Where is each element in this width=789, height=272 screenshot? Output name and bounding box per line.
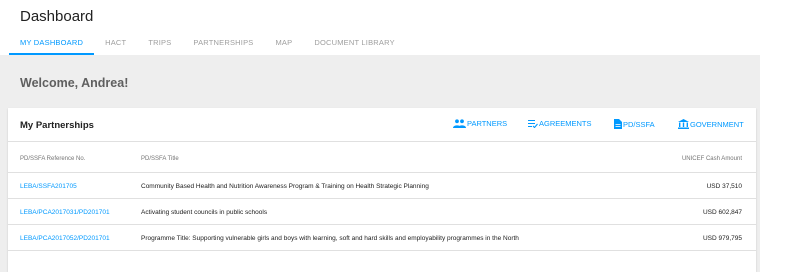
partners-label: PARTNERS [467, 119, 508, 128]
row-amount: USD 602,847 [702, 209, 742, 216]
government-button[interactable]: GOVERNMENT [678, 119, 744, 129]
row-amount: USD 37,510 [706, 183, 742, 190]
tab-document-library[interactable]: DOCUMENT LIBRARY [303, 38, 405, 55]
row-title: Activating student councils in public sc… [141, 209, 268, 216]
dashboard-content: Welcome, Andrea! My Partnerships PARTNER… [0, 55, 760, 272]
row-reference-link[interactable]: LEBA/PCA2017031/PD201701 [20, 209, 110, 216]
row-reference-link[interactable]: LEBA/SSFA201705 [20, 183, 77, 190]
pd-ssfa-label: PD/SSFA [623, 119, 655, 129]
tab-my-dashboard[interactable]: MY DASHBOARD [9, 38, 95, 55]
tab-hact[interactable]: HACT [94, 38, 137, 55]
table-row: LEBA/SSFA201705 Community Based Health a… [8, 174, 756, 199]
table-row: LEBA/PCA2017052/PD201701 Programme Title… [8, 226, 756, 251]
app-header: Dashboard MY DASHBOARD HACT TRIPS PARTNE… [0, 0, 789, 55]
tab-bar: MY DASHBOARD HACT TRIPS PARTNERSHIPS MAP… [9, 38, 406, 55]
pd-ssfa-button[interactable]: PD/SSFA [614, 119, 655, 129]
card-header: My Partnerships PARTNERS AGREEMENTS PD/S… [8, 108, 756, 142]
partners-button[interactable]: PARTNERS [453, 119, 507, 128]
card-title: My Partnerships [20, 120, 94, 131]
tab-partnerships[interactable]: PARTNERSHIPS [182, 38, 264, 55]
page-title: Dashboard [20, 8, 94, 25]
agreements-button[interactable]: AGREEMENTS [528, 119, 592, 128]
table-row: LEBA/PCA2017031/PD201701 Activating stud… [8, 200, 756, 225]
table-header: PD/SSFA Reference No. PD/SSFA Title UNIC… [8, 143, 756, 173]
row-title: Programme Title: Supporting vulnerable g… [141, 235, 519, 242]
people-icon [453, 119, 466, 128]
column-header-amount[interactable]: UNICEF Cash Amount [682, 156, 742, 162]
document-icon [614, 119, 622, 129]
welcome-message: Welcome, Andrea! [20, 76, 129, 90]
government-label: GOVERNMENT [690, 119, 744, 129]
row-amount: USD 979,795 [702, 235, 742, 242]
column-header-title[interactable]: PD/SSFA Title [141, 156, 179, 162]
column-header-reference[interactable]: PD/SSFA Reference No. [20, 156, 85, 162]
tab-trips[interactable]: TRIPS [137, 38, 182, 55]
tab-map[interactable]: MAP [264, 38, 303, 55]
my-partnerships-card: My Partnerships PARTNERS AGREEMENTS PD/S… [8, 108, 756, 272]
row-reference-link[interactable]: LEBA/PCA2017052/PD201701 [20, 235, 110, 242]
list-icon [528, 120, 538, 128]
row-title: Community Based Health and Nutrition Awa… [141, 183, 429, 190]
page: Dashboard MY DASHBOARD HACT TRIPS PARTNE… [0, 0, 789, 272]
agreements-label: AGREEMENTS [539, 119, 592, 128]
government-building-icon [678, 119, 689, 129]
